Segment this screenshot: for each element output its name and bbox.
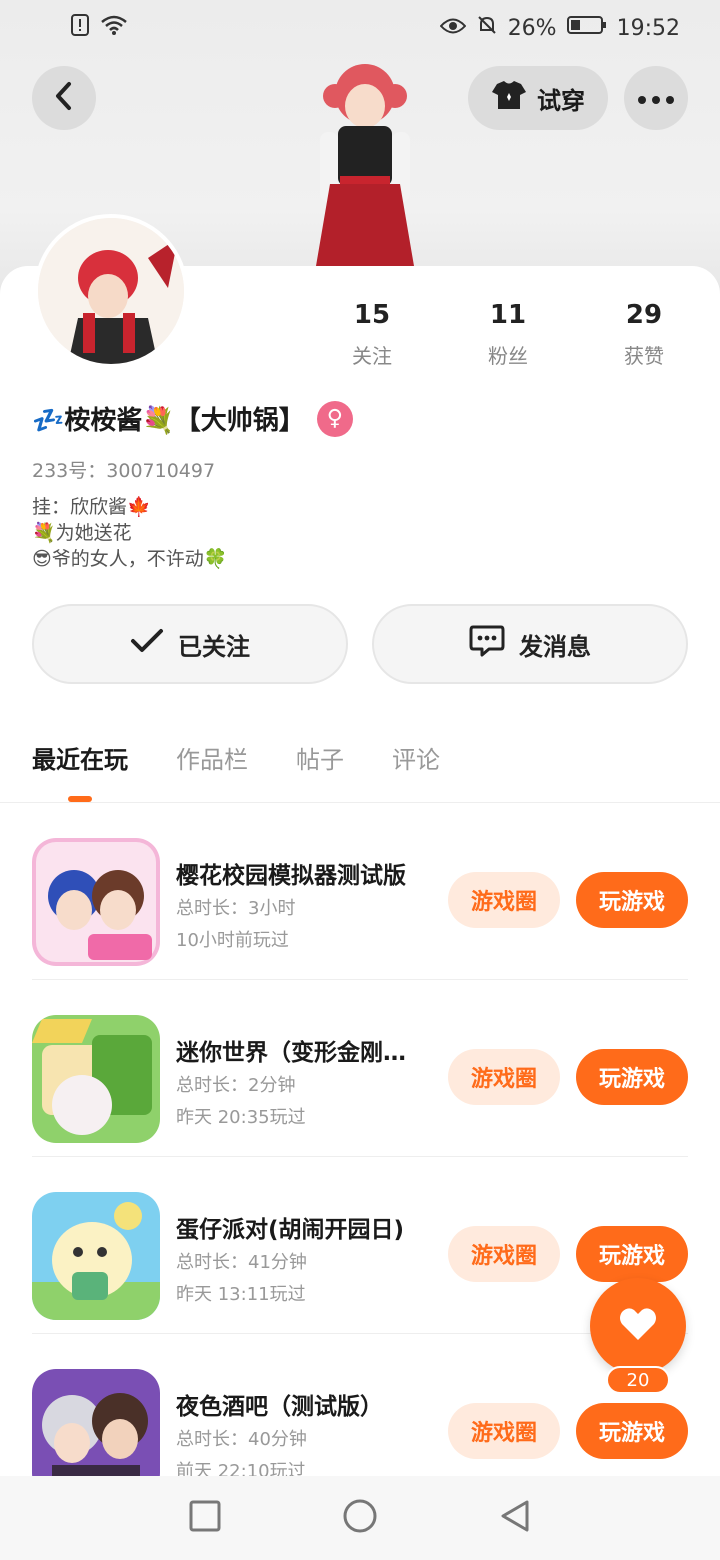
game-name: 夜色酒吧（测试版）: [176, 1394, 383, 1420]
tab-posts[interactable]: 帖子: [296, 740, 344, 775]
game-circle-button[interactable]: 游戏圈: [448, 1403, 560, 1459]
game-last-played: 10小时前玩过: [176, 930, 289, 951]
circle-icon[interactable]: [342, 1498, 378, 1538]
triangle-back-icon[interactable]: [498, 1498, 532, 1538]
status-right: 26% 19:52: [439, 14, 680, 42]
play-game-button[interactable]: 玩游戏: [576, 872, 688, 928]
bio-line: 😎爷的女人，不许动🍀: [32, 548, 228, 570]
status-left: [70, 13, 128, 43]
game-icon: [32, 838, 160, 966]
chevron-left-icon: [53, 81, 75, 115]
battery-icon: [566, 15, 607, 41]
check-icon: [130, 628, 164, 660]
more-dots-icon: [638, 89, 674, 108]
tab-divider: [0, 802, 720, 803]
stat-label: 粉丝: [488, 344, 528, 368]
game-last-played: 昨天 20:35玩过: [176, 1107, 306, 1128]
game-icon: [32, 1192, 160, 1320]
square-icon[interactable]: [188, 1499, 222, 1537]
play-game-button[interactable]: 玩游戏: [576, 1226, 688, 1282]
game-row[interactable]: 迷你世界（变形金刚… 总时长：2分钟 昨天 20:35玩过 游戏圈 玩游戏: [32, 981, 688, 1157]
game-name: 樱花校园模拟器测试版: [176, 863, 406, 889]
game-row[interactable]: 蛋仔派对(胡闹开园日) 总时长：41分钟 昨天 13:11玩过 游戏圈 玩游戏: [32, 1158, 688, 1334]
female-icon: ♀: [316, 400, 353, 437]
stat-following[interactable]: 15 关注: [312, 300, 432, 369]
try-on-label: 试穿: [537, 86, 585, 115]
sim-alert-icon: [70, 13, 90, 43]
mute-bell-icon: [476, 14, 498, 42]
status-bar: 26% 19:52: [0, 0, 720, 56]
game-duration: 总时长：40分钟: [176, 1429, 307, 1450]
profile-tabs: 最近在玩 作品栏 帖子 评论: [32, 740, 440, 775]
game-duration: 总时长：3小时: [176, 898, 296, 919]
play-game-button[interactable]: 玩游戏: [576, 1049, 688, 1105]
like-count-badge: 20: [606, 1366, 670, 1394]
eye-icon: [439, 16, 467, 41]
bio: 挂：欣欣酱🍁 💐为她送花 😎爷的女人，不许动🍀: [32, 494, 227, 572]
game-circle-button[interactable]: 游戏圈: [448, 1049, 560, 1105]
username: 💤桉桉酱💐【大帅锅】: [32, 406, 305, 436]
avatar-3d-figure: [290, 56, 440, 266]
bio-line: 💐为她送花: [32, 522, 132, 544]
stat-followers[interactable]: 11 粉丝: [448, 300, 568, 369]
tab-recent[interactable]: 最近在玩: [32, 740, 128, 775]
name-row: 💤桉桉酱💐【大帅锅】 ♀: [32, 400, 353, 437]
message-button[interactable]: 发消息: [372, 604, 688, 684]
message-label: 发消息: [519, 632, 591, 661]
followed-label: 已关注: [178, 632, 250, 661]
chat-bubble-icon: [469, 624, 505, 664]
game-last-played: 昨天 13:11玩过: [176, 1284, 306, 1305]
stat-num: 15: [353, 300, 391, 330]
like-fab-button[interactable]: [590, 1278, 686, 1374]
system-nav-bar: [0, 1476, 720, 1560]
wifi-icon: [100, 14, 128, 42]
game-circle-button[interactable]: 游戏圈: [448, 1226, 560, 1282]
battery-percent: 26%: [507, 15, 557, 41]
bio-line: 挂：欣欣酱🍁: [32, 496, 151, 518]
play-game-button[interactable]: 玩游戏: [576, 1403, 688, 1459]
followed-button[interactable]: 已关注: [32, 604, 348, 684]
tab-comments[interactable]: 评论: [392, 740, 440, 775]
stat-likes[interactable]: 29 获赞: [584, 300, 704, 369]
clock: 19:52: [616, 15, 680, 41]
more-button[interactable]: [624, 66, 688, 130]
game-duration: 总时长：2分钟: [176, 1075, 296, 1096]
game-icon: [32, 1015, 160, 1143]
stat-num: 11: [489, 300, 527, 330]
user-id: 233号：300710497: [32, 460, 216, 482]
stat-label: 获赞: [624, 344, 664, 368]
tshirt-icon: [491, 80, 527, 116]
back-button[interactable]: [32, 66, 96, 130]
try-on-button[interactable]: 试穿: [468, 66, 608, 130]
game-name: 蛋仔派对(胡闹开园日): [176, 1217, 405, 1243]
stat-num: 29: [625, 300, 663, 330]
avatar[interactable]: [34, 214, 188, 368]
game-duration: 总时长：41分钟: [176, 1252, 307, 1273]
game-circle-button[interactable]: 游戏圈: [448, 872, 560, 928]
game-row[interactable]: 樱花校园模拟器测试版 总时长：3小时 10小时前玩过 游戏圈 玩游戏: [32, 804, 688, 980]
heart-icon: [618, 1306, 658, 1346]
stat-label: 关注: [352, 344, 392, 368]
game-name: 迷你世界（变形金刚…: [176, 1040, 406, 1066]
tab-works[interactable]: 作品栏: [176, 740, 248, 775]
